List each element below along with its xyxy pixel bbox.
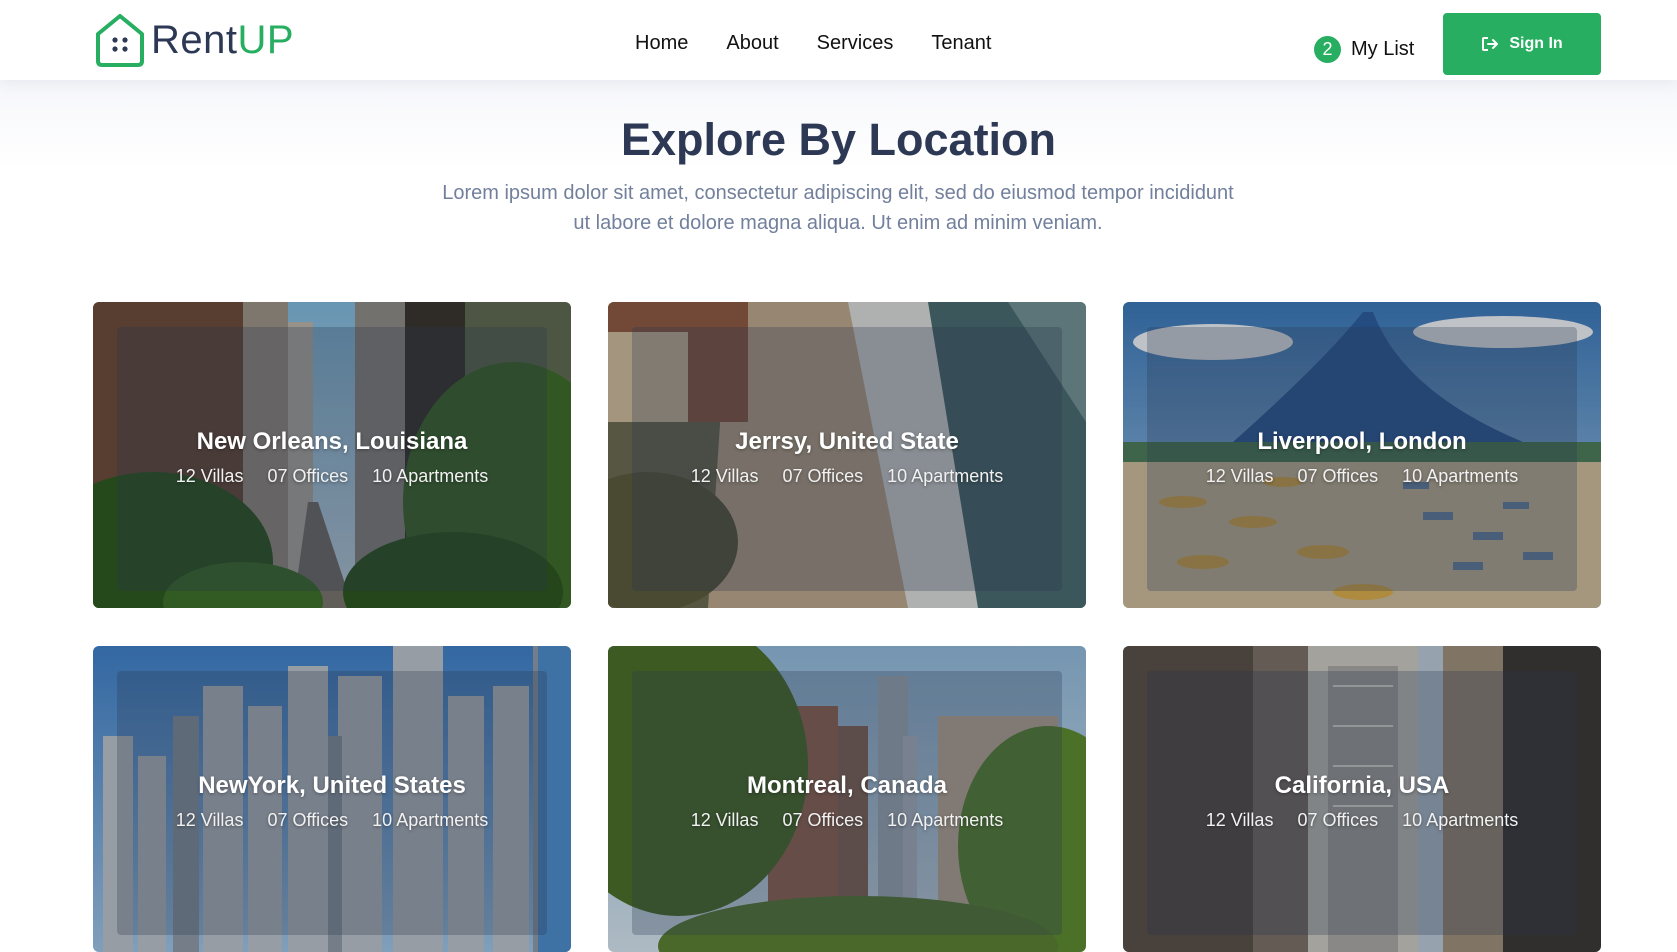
location-card-montreal[interactable]: Montreal, Canada 12 Villas 07 Offices 10… (608, 646, 1086, 952)
villas-count: 12 Villas (1205, 810, 1274, 830)
house-logo-icon (96, 14, 144, 67)
location-name: Montreal, Canada (746, 772, 948, 799)
location-card-california[interactable]: California, USA 12 Villas 07 Offices 10 … (1123, 646, 1601, 952)
card-overlay (117, 327, 547, 591)
nav-home[interactable]: Home (635, 30, 688, 56)
offices-count: 07 Offices (267, 466, 349, 486)
villas-count: 12 Villas (690, 466, 759, 486)
apartments-count: 10 Apartments (372, 466, 489, 486)
location-name: New Orleans, Louisiana (196, 428, 468, 455)
apartments-count: 10 Apartments (887, 466, 1004, 486)
offices-count: 07 Offices (1297, 466, 1379, 486)
card-overlay (632, 327, 1062, 591)
sign-in-icon (1482, 37, 1499, 51)
sign-in-label: Sign In (1509, 35, 1563, 52)
offices-count: 07 Offices (267, 810, 349, 830)
nav-about[interactable]: About (726, 30, 778, 56)
villas-count: 12 Villas (690, 810, 759, 830)
card-overlay (1147, 327, 1577, 591)
location-name: Jerrsy, United State (735, 428, 959, 455)
apartments-count: 10 Apartments (372, 810, 489, 830)
location-stats: 12 Villas 07 Offices 10 Apartments (608, 810, 1086, 831)
logo[interactable]: RentUP (93, 12, 294, 68)
nav-tenant[interactable]: Tenant (931, 30, 991, 56)
logo-text-up: UP (237, 18, 295, 62)
nav-services[interactable]: Services (817, 30, 894, 56)
offices-count: 07 Offices (782, 466, 864, 486)
main-nav: Home About Services Tenant (635, 30, 1029, 56)
location-name: California, USA (1274, 772, 1450, 799)
section-subtitle: Lorem ipsum dolor sit amet, consectetur … (388, 178, 1288, 238)
my-list-label: My List (1351, 38, 1415, 60)
card-overlay (1147, 671, 1577, 935)
logo-text-rent: Rent (151, 18, 238, 62)
section-title: Explore By Location (620, 114, 1057, 165)
location-card-newyork[interactable]: NewYork, United States 12 Villas 07 Offi… (93, 646, 571, 952)
location-name: Liverpool, London (1257, 428, 1467, 455)
offices-count: 07 Offices (782, 810, 864, 830)
section-subtitle-line1: Lorem ipsum dolor sit amet, consectetur … (442, 182, 1234, 204)
villas-count: 12 Villas (1205, 466, 1274, 486)
sign-in-button[interactable]: Sign In (1443, 13, 1601, 75)
location-stats: 12 Villas 07 Offices 10 Apartments (1123, 810, 1601, 831)
card-overlay (117, 671, 547, 935)
location-card-new-orleans[interactable]: New Orleans, Louisiana 12 Villas 07 Offi… (93, 302, 571, 608)
villas-count: 12 Villas (175, 810, 244, 830)
card-overlay (632, 671, 1062, 935)
villas-count: 12 Villas (175, 466, 244, 486)
top-navbar: RentUP Home About Services Tenant 2 My L… (0, 0, 1677, 80)
section-subtitle-line2: ut labore et dolore magna aliqua. Ut eni… (573, 212, 1103, 234)
my-list-link[interactable]: 2 My List (1314, 36, 1414, 63)
location-stats: 12 Villas 07 Offices 10 Apartments (608, 466, 1086, 487)
my-list-count-badge: 2 (1314, 36, 1341, 63)
location-card-jerrsy[interactable]: Jerrsy, United State 12 Villas 07 Office… (608, 302, 1086, 608)
apartments-count: 10 Apartments (1402, 810, 1519, 830)
logo-text: RentUP (151, 12, 294, 68)
apartments-count: 10 Apartments (887, 810, 1004, 830)
location-stats: 12 Villas 07 Offices 10 Apartments (93, 810, 571, 831)
location-stats: 12 Villas 07 Offices 10 Apartments (1123, 466, 1601, 487)
location-name: NewYork, United States (198, 772, 466, 799)
apartments-count: 10 Apartments (1402, 466, 1519, 486)
offices-count: 07 Offices (1297, 810, 1379, 830)
location-stats: 12 Villas 07 Offices 10 Apartments (93, 466, 571, 487)
location-card-liverpool[interactable]: Liverpool, London 12 Villas 07 Offices 1… (1123, 302, 1601, 608)
